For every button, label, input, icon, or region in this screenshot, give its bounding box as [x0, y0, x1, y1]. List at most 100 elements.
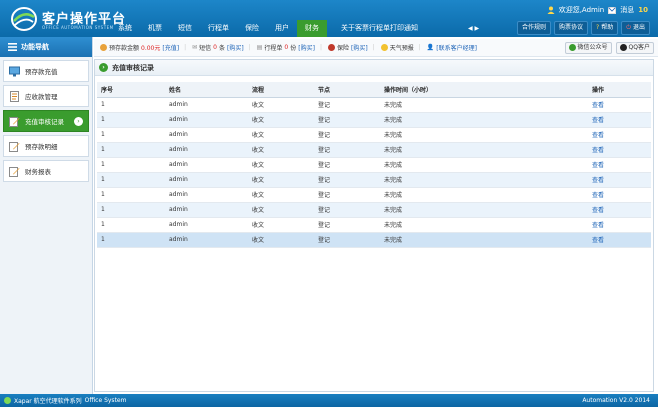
table-row: 1 admin 收文 登记 未完成 查看 — [97, 157, 651, 173]
cell-time: 未完成 — [380, 157, 588, 173]
table-body: 1 admin 收文 登记 未完成 查看 1 admin 收文 登记 未完成 查看 1 admin 收文 登记… — [97, 97, 651, 248]
cell-name: admin — [165, 232, 248, 248]
divider: | — [184, 44, 187, 51]
sidebar-item-recharge-audit[interactable]: 充值审核记录 › — [3, 110, 89, 132]
view-link[interactable]: 查看 — [588, 127, 651, 143]
content-panel: › 充值审核记录 序号 姓名 流程 节点 操作时间（小时） 操作 1 admin 收… — [94, 59, 654, 392]
nav-item-itinerary[interactable]: 行程单 — [200, 20, 237, 37]
arrow-right-icon: › — [99, 63, 108, 72]
contact-manager-link[interactable]: [联系客户经理] — [436, 43, 477, 52]
column-header-index[interactable]: 序号 — [97, 82, 165, 98]
top-header: 客户操作平台 OFFICE AUTOMATION SYSTEM 系统 机票 短信… — [0, 0, 658, 37]
cell-node: 登记 — [314, 172, 380, 188]
partner-rules-button[interactable]: 合作规则 — [517, 21, 552, 35]
table-row: 1 admin 收文 登记 未完成 查看 — [97, 172, 651, 188]
logout-button[interactable]: ⏻ 退出 — [621, 21, 650, 35]
insurance-buy-link[interactable]: [购买] — [351, 43, 368, 52]
view-link[interactable]: 查看 — [588, 112, 651, 128]
wechat-label: 微信公众号 — [577, 43, 608, 51]
footer-left: Xapar 航空代理软件系列 Office System — [4, 396, 126, 405]
view-link[interactable]: 查看 — [588, 232, 651, 248]
view-link[interactable]: 查看 — [588, 142, 651, 158]
view-link[interactable]: 查看 — [588, 187, 651, 203]
user-bar: 欢迎您,Admin 消息 10 — [547, 5, 648, 15]
cell-time: 未完成 — [380, 97, 588, 113]
info-bar: 预存款金额 0.00元 [充值] | ✉ 短信 0 条 [购买] | ▤ 行程单… — [94, 39, 658, 57]
sms-buy-link[interactable]: [购买] — [227, 43, 244, 52]
sidebar-item-prepaid-details[interactable]: 预存款明细 — [3, 135, 89, 157]
sidebar-item-financial-report[interactable]: 财务报表 — [3, 160, 89, 182]
notice-ticker[interactable]: 关于客票行程单打印通知 — [341, 20, 418, 37]
divider: | — [248, 44, 251, 51]
qq-button[interactable]: QQ客户 — [615, 41, 654, 54]
table-row: 1 admin 收文 登记 未完成 查看 — [97, 232, 651, 248]
sidebar-item-receivables[interactable]: 应收款管理 — [3, 85, 89, 107]
weather-label: 天气预报 — [389, 45, 414, 52]
cell-time: 未完成 — [380, 187, 588, 203]
table-row: 1 admin 收文 登记 未完成 查看 — [97, 112, 651, 128]
sidebar-item-label: 应收款管理 — [25, 93, 58, 101]
column-header-time[interactable]: 操作时间（小时） — [380, 82, 588, 98]
nav-item-finance[interactable]: 财务 — [297, 20, 327, 37]
cell-node: 登记 — [314, 217, 380, 233]
nav-item-insurance[interactable]: 保险 — [237, 20, 267, 37]
nav-item-system[interactable]: 系统 — [110, 20, 140, 37]
header-buttons: 合作规则 购票协议 ? 帮助 ⏻ 退出 — [517, 21, 650, 35]
cell-process: 收文 — [248, 217, 314, 233]
column-header-action[interactable]: 操作 — [588, 82, 651, 98]
cell-time: 未完成 — [380, 127, 588, 143]
nav-item-user[interactable]: 用户 — [267, 20, 297, 37]
cell-name: admin — [165, 172, 248, 188]
itinerary-info: ▤ 行程单 0 份 [购买] — [257, 43, 315, 52]
nav-item-flight[interactable]: 机票 — [140, 20, 170, 37]
footer: Xapar 航空代理软件系列 Office System Automation … — [0, 394, 658, 407]
view-link[interactable]: 查看 — [588, 202, 651, 218]
messages-count: 10 — [638, 6, 648, 14]
view-link[interactable]: 查看 — [588, 217, 651, 233]
sms-info: ✉ 短信 0 条 [购买] — [192, 43, 244, 52]
edit-icon — [9, 166, 20, 177]
itinerary-unit: 份 — [290, 45, 297, 52]
notice-arrows[interactable]: ◀ ▶ — [468, 20, 479, 37]
main-nav: 系统 机票 短信 行程单 保险 用户 财务 — [110, 20, 327, 37]
sidebar-title: 功能导航 — [21, 43, 49, 51]
messages-link[interactable]: 消息 — [620, 5, 634, 15]
logo-icon — [11, 7, 37, 31]
insurance-info: 保险 [购买] — [327, 43, 368, 52]
mail-icon[interactable] — [608, 6, 617, 14]
recharge-link[interactable]: [充值] — [162, 43, 179, 52]
table-header-row: 序号 姓名 流程 节点 操作时间（小时） 操作 — [97, 82, 651, 98]
qq-icon — [619, 44, 627, 51]
purchase-agreement-button[interactable]: 购票协议 — [554, 21, 589, 35]
cell-process: 收文 — [248, 157, 314, 173]
weather-info[interactable]: 天气预报 — [380, 43, 414, 52]
view-link[interactable]: 查看 — [588, 157, 651, 173]
cell-process: 收文 — [248, 202, 314, 218]
view-link[interactable]: 查看 — [588, 97, 651, 113]
contact-info[interactable]: 👤 [联系客户经理] — [427, 43, 477, 52]
divider: | — [372, 44, 375, 51]
cell-node: 登记 — [314, 187, 380, 203]
cell-process: 收文 — [248, 97, 314, 113]
envelope-icon: ✉ — [192, 44, 198, 51]
column-header-name[interactable]: 姓名 — [165, 82, 248, 98]
wechat-button[interactable]: 微信公众号 — [564, 41, 612, 54]
cell-time: 未完成 — [380, 232, 588, 248]
cell-node: 登记 — [314, 112, 380, 128]
cell-name: admin — [165, 217, 248, 233]
itinerary-buy-link[interactable]: [购买] — [298, 43, 315, 52]
help-button[interactable]: ? 帮助 — [591, 21, 619, 35]
column-header-process[interactable]: 流程 — [248, 82, 314, 98]
cell-node: 登记 — [314, 142, 380, 158]
cell-name: admin — [165, 142, 248, 158]
cell-time: 未完成 — [380, 202, 588, 218]
qq-label: QQ客户 — [628, 43, 650, 51]
sms-unit: 条 — [218, 45, 225, 52]
column-header-node[interactable]: 节点 — [314, 82, 380, 98]
nav-item-sms[interactable]: 短信 — [170, 20, 200, 37]
sidebar-item-prepaid-recharge[interactable]: 预存款充值 — [3, 60, 89, 82]
cell-index: 1 — [97, 172, 165, 188]
view-link[interactable]: 查看 — [588, 172, 651, 188]
edit-icon — [9, 116, 20, 127]
cell-process: 收文 — [248, 172, 314, 188]
